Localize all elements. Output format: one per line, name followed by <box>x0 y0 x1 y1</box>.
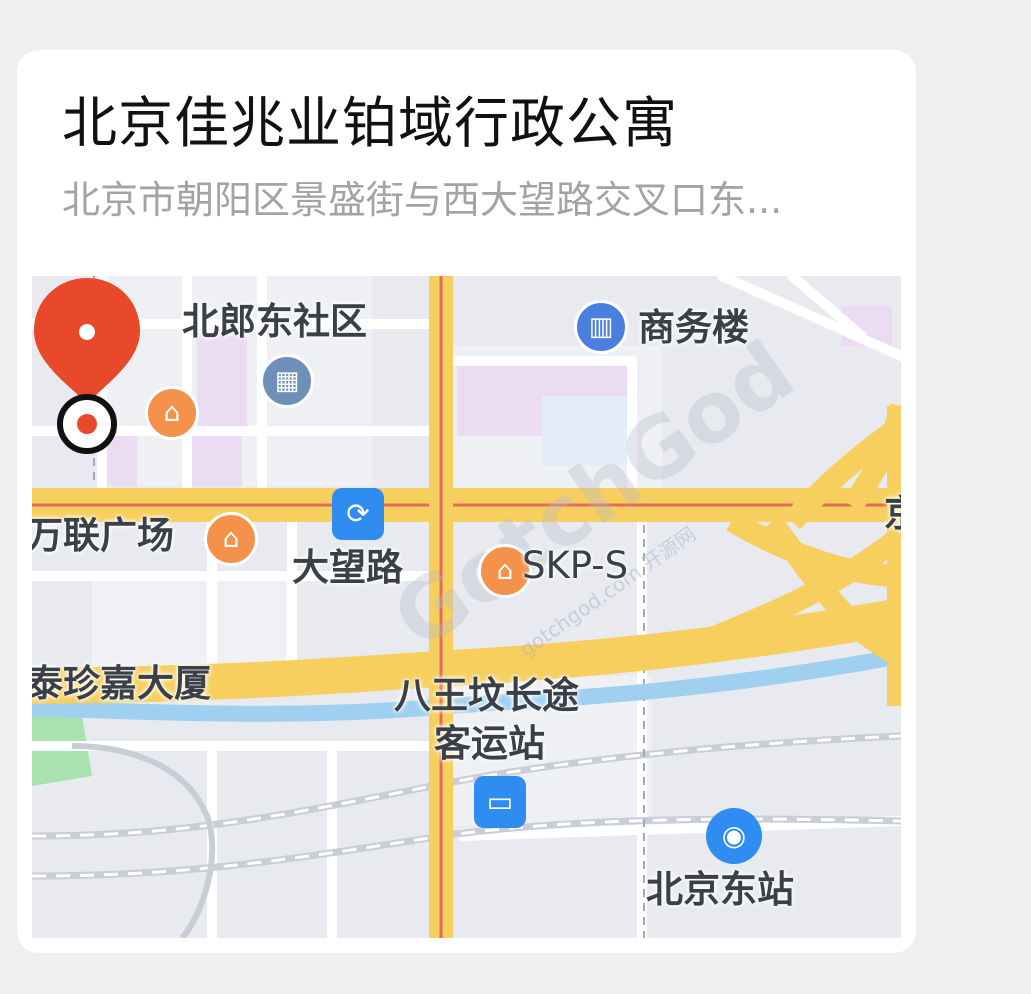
label-dawang-road[interactable]: 大望路 <box>292 546 403 590</box>
label-bawangfen-line2[interactable]: 客运站 <box>434 722 545 766</box>
label-wanlian-plaza[interactable]: 万联广场 <box>32 514 174 558</box>
label-beijing-east-station[interactable]: 北京东站 <box>646 868 794 912</box>
building-icon[interactable]: ▦ <box>260 354 314 408</box>
map-view[interactable]: GotchGod gotchgod.com 开源网 北郎东社区 ▦ ▥ 商务楼 … <box>32 276 901 938</box>
label-zhenjia-building[interactable]: 泰珍嘉大厦 <box>32 662 211 706</box>
shopping-bag-icon[interactable]: ⌂ <box>204 512 258 566</box>
bus-icon[interactable]: ▭ <box>474 776 526 828</box>
location-pin-icon[interactable] <box>32 276 142 456</box>
place-address: 北京市朝阳区景盛街与西大望路交叉口东... <box>62 178 783 222</box>
label-bawangfen-line1[interactable]: 八王坟长途 <box>394 674 579 718</box>
label-beilang-community[interactable]: 北郎东社区 <box>182 300 367 344</box>
subway-transfer-icon[interactable]: ⟳ <box>332 488 384 540</box>
shopping-bag-icon[interactable]: ⌂ <box>145 386 199 440</box>
label-shangwu[interactable]: 商务楼 <box>638 306 749 350</box>
label-skp-s[interactable]: SKP-S <box>522 544 628 588</box>
place-title: 北京佳兆业铂域行政公寓 <box>62 91 679 155</box>
location-card[interactable]: 北京佳兆业铂域行政公寓 北京市朝阳区景盛街与西大望路交叉口东... GotchG… <box>17 50 916 953</box>
office-building-icon[interactable]: ▥ <box>574 300 628 354</box>
label-edge: 京 <box>884 492 901 536</box>
train-station-icon[interactable]: ◉ <box>706 808 762 864</box>
